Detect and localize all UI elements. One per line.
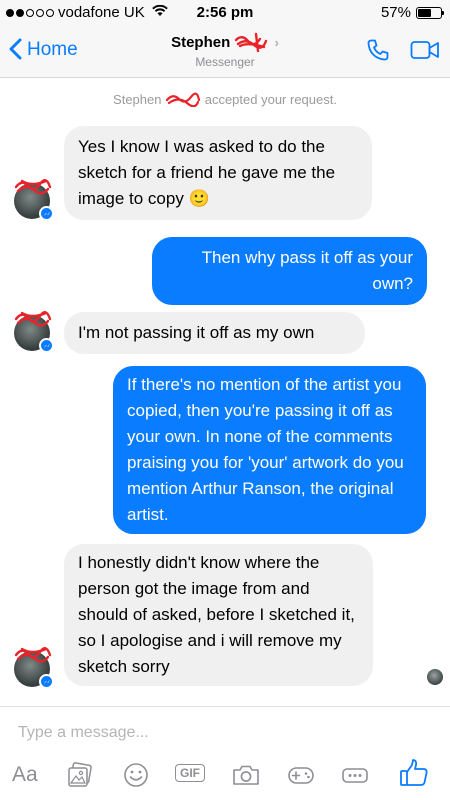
- video-call-icon[interactable]: [410, 39, 440, 66]
- contact-avatar[interactable]: [14, 179, 54, 221]
- incoming-message-bubble[interactable]: Yes I know I was asked to do the sketch …: [64, 126, 372, 220]
- emoji-icon[interactable]: [122, 761, 150, 794]
- contact-avatar[interactable]: [14, 647, 54, 689]
- message-list[interactable]: Stephen accepted your request. Yes I kno…: [0, 78, 450, 706]
- message-composer: Aa GIF: [0, 706, 450, 800]
- messenger-badge-icon: [39, 206, 54, 221]
- contact-avatar[interactable]: [14, 311, 54, 353]
- message-input[interactable]: [18, 721, 428, 745]
- contact-name: Stephen: [171, 34, 231, 51]
- incoming-message-bubble[interactable]: I honestly didn't know where the person …: [64, 544, 373, 686]
- redaction-scribble: [165, 91, 201, 108]
- outgoing-message-bubble[interactable]: If there's no mention of the artist you …: [113, 366, 426, 534]
- battery-icon: [416, 6, 444, 19]
- battery-percentage: 57%: [380, 4, 411, 21]
- chevron-right-icon: ›: [274, 35, 279, 50]
- gif-label: GIF: [175, 764, 205, 782]
- camera-icon[interactable]: [231, 761, 261, 794]
- composer-toolbar: Aa GIF: [0, 757, 450, 797]
- messenger-badge-icon: [39, 674, 54, 689]
- redaction-scribble: [234, 32, 268, 53]
- notice-name: Stephen: [113, 92, 162, 107]
- battery-info: 57%: [380, 4, 444, 21]
- gif-button[interactable]: GIF: [175, 764, 205, 782]
- incoming-message-bubble[interactable]: I'm not passing it off as my own: [64, 312, 365, 354]
- outgoing-message-bubble[interactable]: Then why pass it off as your own?: [152, 237, 427, 305]
- phone-call-icon[interactable]: [366, 38, 390, 67]
- text-size-button[interactable]: Aa: [12, 763, 38, 787]
- messenger-badge-icon: [39, 338, 54, 353]
- notice-text: accepted your request.: [204, 92, 337, 107]
- photo-gallery-icon[interactable]: [66, 761, 94, 794]
- seen-indicator-avatar: [427, 669, 443, 685]
- thumbs-up-icon[interactable]: [398, 757, 430, 794]
- status-bar: vodafone UK 2:56 pm 57%: [0, 0, 450, 26]
- header-actions: [366, 38, 440, 67]
- request-accepted-notice: Stephen accepted your request.: [0, 91, 450, 108]
- more-options-icon[interactable]: [340, 761, 370, 794]
- games-icon[interactable]: [286, 761, 316, 794]
- conversation-header: Home Stephen › Messenger: [0, 26, 450, 78]
